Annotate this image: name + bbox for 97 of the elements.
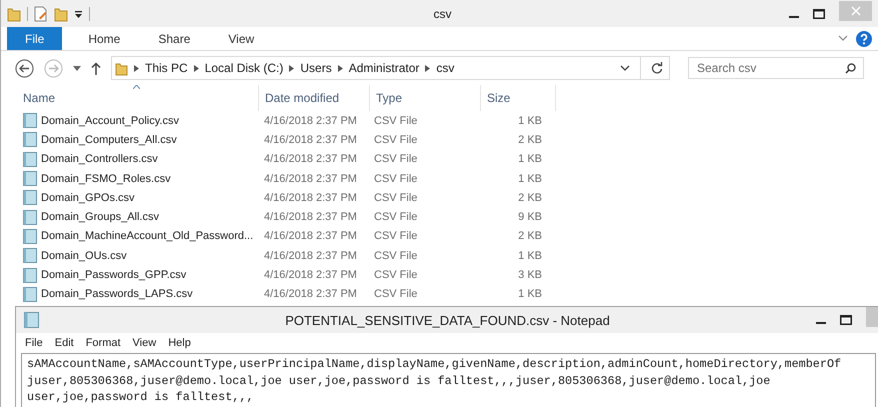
file-name[interactable]: Domain_Passwords_LAPS.csv xyxy=(41,288,193,300)
file-name[interactable]: Domain_Controllers.csv xyxy=(41,153,158,166)
caret-icon[interactable] xyxy=(73,66,81,70)
file-type: CSV File xyxy=(374,114,418,127)
column-header[interactable]: Size xyxy=(487,91,510,105)
text-file-icon xyxy=(23,190,37,206)
file-size: 2 KB xyxy=(518,134,542,146)
file-name[interactable]: Domain_Passwords_GPP.csv xyxy=(41,269,186,282)
back-icon[interactable] xyxy=(15,58,34,78)
file-size: 1 KB xyxy=(518,114,542,127)
file-size: 2 KB xyxy=(518,192,542,204)
column-header[interactable]: Date modified xyxy=(265,91,340,105)
file-name[interactable]: Domain_FSMO_Roles.csv xyxy=(41,172,171,185)
file-size: 2 KB xyxy=(518,230,542,242)
chevron-right-icon xyxy=(194,64,199,72)
menu-item[interactable]: Edit xyxy=(54,337,74,349)
file-size: 1 KB xyxy=(518,153,542,166)
file-type: CSV File xyxy=(374,230,418,242)
chevron-right-icon xyxy=(425,64,430,72)
file-name[interactable]: Domain_OUs.csv xyxy=(41,250,127,262)
text-file-icon xyxy=(23,228,37,244)
date-modified: 4/16/2018 2:37 PM xyxy=(264,192,357,204)
new-folder-icon[interactable] xyxy=(54,6,68,22)
text-file-icon xyxy=(23,268,37,283)
window-title: csv xyxy=(434,6,452,20)
ribbon-tab[interactable]: File xyxy=(7,27,62,50)
column-header[interactable]: Name xyxy=(23,91,56,105)
search-field[interactable]: Search csv xyxy=(688,57,864,79)
date-modified: 4/16/2018 2:37 PM xyxy=(264,211,357,224)
dropdown-icon[interactable] xyxy=(74,8,83,18)
file-name[interactable]: Domain_GPOs.csv xyxy=(41,192,135,204)
text-file-icon xyxy=(23,171,37,186)
ribbon-tab[interactable]: View xyxy=(216,27,266,50)
text-file-icon xyxy=(23,248,37,264)
maximize-icon[interactable] xyxy=(813,8,825,18)
text-file-icon xyxy=(23,152,37,167)
refresh-icon[interactable] xyxy=(651,62,663,74)
file-type: CSV File xyxy=(374,172,418,185)
ribbon-tab[interactable]: Share xyxy=(146,27,202,50)
folder-icon[interactable] xyxy=(7,6,21,22)
notepad-icon xyxy=(24,312,39,328)
file-type: CSV File xyxy=(374,269,418,282)
help-icon[interactable] xyxy=(856,30,872,46)
text-file-icon xyxy=(23,132,37,148)
file-name[interactable]: Domain_MachineAccount_Old_Password... xyxy=(41,230,254,242)
file-type: CSV File xyxy=(374,250,418,262)
file-size: 1 KB xyxy=(518,172,542,185)
text-line: user,joe,password is falltest,,, xyxy=(27,389,255,406)
file-type: CSV File xyxy=(374,211,418,224)
file-size: 3 KB xyxy=(518,269,542,282)
breadcrumb[interactable]: This PC xyxy=(145,61,188,75)
chevron-right-icon xyxy=(289,64,294,72)
menu-item[interactable]: View xyxy=(132,337,156,349)
file-name[interactable]: Domain_Account_Policy.csv xyxy=(41,114,179,127)
breadcrumb[interactable]: Users xyxy=(300,61,332,75)
date-modified: 4/16/2018 2:37 PM xyxy=(264,269,357,282)
chevron-right-icon xyxy=(134,64,139,72)
search-icon xyxy=(845,63,856,74)
menu-item[interactable]: Format xyxy=(86,337,121,349)
folder-icon xyxy=(115,60,128,76)
file-size: 9 KB xyxy=(518,211,542,224)
chevron-right-icon xyxy=(338,64,343,72)
date-modified: 4/16/2018 2:37 PM xyxy=(264,250,357,262)
date-modified: 4/16/2018 2:37 PM xyxy=(264,172,357,185)
close-icon xyxy=(850,6,860,16)
file-name[interactable]: Domain_Groups_All.csv xyxy=(41,211,159,224)
file-name[interactable]: Domain_Computers_All.csv xyxy=(41,134,177,146)
up-arrow-icon[interactable] xyxy=(91,62,101,74)
date-modified: 4/16/2018 2:37 PM xyxy=(264,288,357,300)
maximize-icon[interactable] xyxy=(840,315,852,325)
file-type: CSV File xyxy=(374,192,418,204)
window-title: POTENTIAL_SENSITIVE_DATA_FOUND.csv - Notepad xyxy=(284,312,611,328)
date-modified: 4/16/2018 2:37 PM xyxy=(264,134,357,146)
properties-icon[interactable] xyxy=(34,6,48,22)
file-size: 1 KB xyxy=(518,288,542,300)
menu-item[interactable]: Help xyxy=(168,337,191,349)
date-modified: 4/16/2018 2:37 PM xyxy=(264,153,357,166)
breadcrumb[interactable]: Administrator xyxy=(348,61,420,75)
breadcrumb[interactable]: Local Disk (C:) xyxy=(204,61,284,75)
text-line: juser,805306368,juser@demo.local,joe user,joe,password is falltest,,,juser,805306368,juser@demo.local,joe xyxy=(27,372,772,389)
file-type: CSV File xyxy=(374,288,418,300)
date-modified: 4/16/2018 2:37 PM xyxy=(264,114,357,127)
file-type: CSV File xyxy=(374,134,418,146)
text-area[interactable] xyxy=(21,353,876,407)
text-line: sAMAccountName,sAMAccountType,userPrincipalName,displayName,givenName,description,adminCount,homeDirectory,memberOf xyxy=(27,356,842,372)
text-file-icon xyxy=(23,113,37,128)
breadcrumb[interactable]: csv xyxy=(436,61,454,75)
text-file-icon xyxy=(23,210,37,225)
text-file-icon xyxy=(23,286,37,302)
ribbon-tab[interactable]: Home xyxy=(76,27,132,50)
address-bar[interactable]: This PC Local Disk (C:) Users Administrator csv xyxy=(111,56,670,80)
chevron-down-icon[interactable] xyxy=(620,64,630,72)
file-type: CSV File xyxy=(374,153,418,166)
date-modified: 4/16/2018 2:37 PM xyxy=(264,230,357,242)
column-header[interactable]: Type xyxy=(376,91,402,105)
menu-item[interactable]: File xyxy=(25,337,43,349)
file-size: 1 KB xyxy=(518,250,542,262)
